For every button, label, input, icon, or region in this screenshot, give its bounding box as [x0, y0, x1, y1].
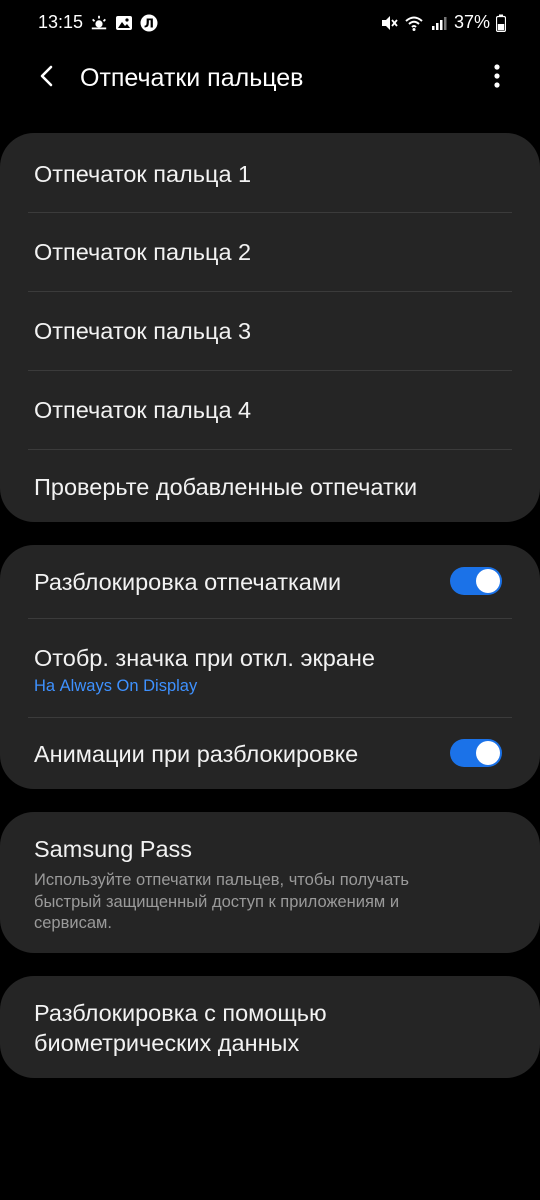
screen-off-icon-value: На Always On Display: [34, 677, 198, 695]
fingerprint-item-label: Отпечаток пальца 3: [34, 318, 252, 344]
toggle-knob: [476, 741, 500, 765]
samsung-pass-description: Используйте отпечатки пальцев, чтобы пол…: [34, 871, 409, 932]
fingerprint-settings-card: Разблокировка отпечатками Отобр. значка …: [0, 545, 540, 789]
weather-icon: [90, 14, 108, 32]
samsung-pass-title: Samsung Pass: [34, 836, 193, 862]
more-options-button[interactable]: [482, 56, 512, 96]
toggle-knob: [476, 569, 500, 593]
screen-off-icon-label: Отобр. значка при откл. экране: [34, 645, 375, 671]
battery-icon: [496, 14, 506, 32]
status-right: 37%: [380, 12, 506, 33]
fingerprint-item-label: Отпечаток пальца 2: [34, 239, 252, 265]
fingerprint-item-2[interactable]: Отпечаток пальца 2: [0, 213, 540, 291]
check-added-fingerprints[interactable]: Проверьте добавленные отпечатки: [0, 450, 540, 522]
wifi-icon: [404, 14, 424, 32]
unlock-animation-row[interactable]: Анимации при разблокировке: [0, 718, 540, 790]
fingerprint-item-label: Отпечаток пальца 1: [34, 161, 252, 187]
fingerprint-unlock-label: Разблокировка отпечатками: [34, 569, 342, 595]
fingerprint-item-label: Отпечаток пальца 4: [34, 397, 252, 423]
status-bar: 13:15 Л 37%: [0, 0, 540, 46]
fingerprint-unlock-row[interactable]: Разблокировка отпечатками: [0, 545, 540, 618]
app-bar: Отпечатки пальцев: [0, 50, 540, 106]
unlock-animation-label: Анимации при разблокировке: [34, 741, 359, 767]
fingerprint-item-3[interactable]: Отпечаток пальца 3: [0, 292, 540, 370]
fingerprint-item-1[interactable]: Отпечаток пальца 1: [0, 133, 540, 212]
biometrics-row[interactable]: Разблокировка с помощью биометрических д…: [0, 976, 540, 1058]
check-added-label: Проверьте добавленные отпечатки: [34, 474, 418, 500]
app-badge-letter: Л: [144, 16, 154, 30]
app-notification-icon: Л: [140, 14, 158, 32]
gallery-icon: [115, 14, 133, 32]
mute-icon: [380, 14, 398, 32]
back-button[interactable]: [26, 56, 66, 96]
more-vert-icon: [494, 64, 500, 88]
battery-percent: 37%: [453, 12, 490, 32]
biometrics-label: Разблокировка с помощью биометрических д…: [34, 1000, 327, 1056]
status-time: 13:15: [38, 12, 84, 32]
screen-off-icon-row[interactable]: Отобр. значка при откл. экране На Always…: [0, 619, 540, 717]
back-arrow-icon: [40, 65, 53, 87]
fingerprint-unlock-toggle[interactable]: [450, 567, 502, 595]
unlock-animation-toggle[interactable]: [450, 739, 502, 767]
fingerprints-card: Отпечаток пальца 1 Отпечаток пальца 2 От…: [0, 133, 540, 522]
status-left: 13:15 Л: [38, 12, 158, 33]
fingerprint-item-4[interactable]: Отпечаток пальца 4: [0, 371, 540, 449]
biometrics-card[interactable]: Разблокировка с помощью биометрических д…: [0, 976, 540, 1078]
samsung-pass-card[interactable]: Samsung Pass Используйте отпечатки пальц…: [0, 812, 540, 953]
signal-icon: [430, 14, 448, 32]
page-title: Отпечатки пальцев: [80, 64, 304, 92]
samsung-pass-row[interactable]: Samsung Pass Используйте отпечатки пальц…: [0, 812, 540, 935]
